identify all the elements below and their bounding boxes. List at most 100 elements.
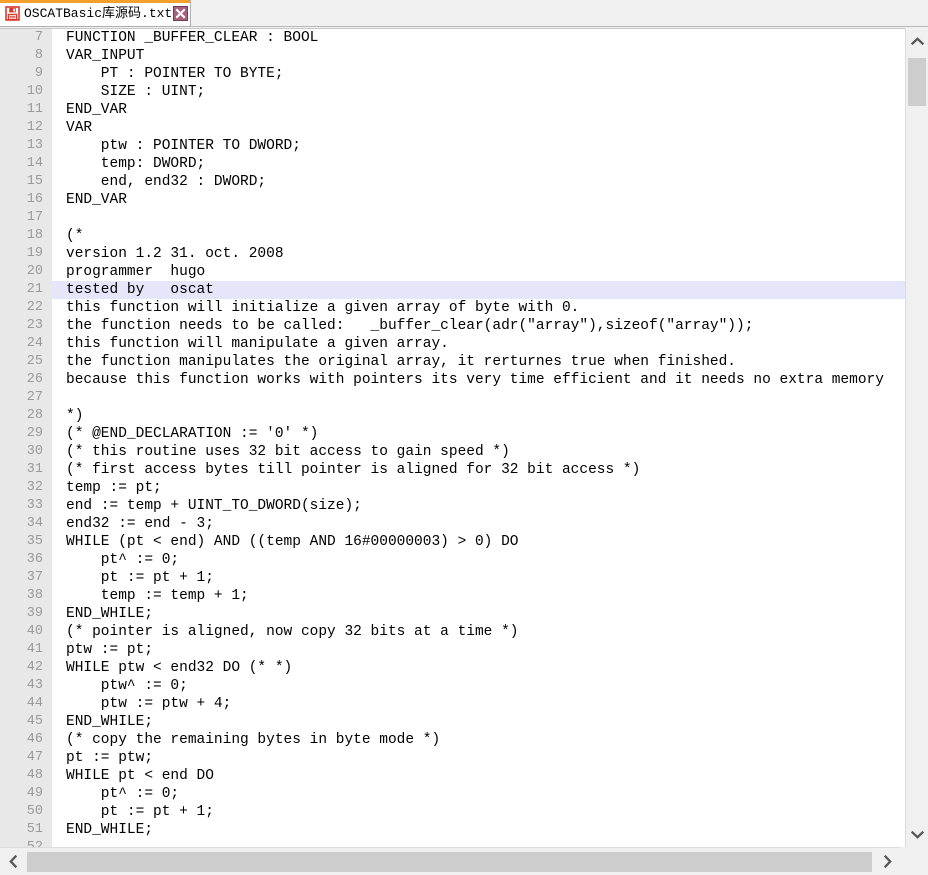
code-line-row[interactable]: 16 END_VAR [0,191,905,209]
code-line-row[interactable]: 39 END_WHILE; [0,605,905,623]
code-line-row[interactable]: 45 END_WHILE; [0,713,905,731]
code-line-row[interactable]: 50 pt := pt + 1; [0,803,905,821]
code-line-text: END_WHILE; [66,606,154,622]
code-line-row[interactable]: 21 tested by oscat [0,281,905,299]
line-number: 14 [0,155,52,173]
line-number: 49 [0,785,52,803]
line-number: 52 [0,839,52,847]
code-line-row[interactable]: 14 temp: DWORD; [0,155,905,173]
vertical-scrollbar[interactable] [905,28,928,847]
code-line-text: ptw := ptw + 4; [66,696,232,712]
code-line-row[interactable]: 46 (* copy the remaining bytes in byte mo… [0,731,905,749]
line-number: 22 [0,299,52,317]
chevron-down-icon[interactable] [906,821,928,847]
code-line-row[interactable]: 27 [0,389,905,407]
line-number: 28 [0,407,52,425]
code-line-text: (* copy the remaining bytes in byte mode… [66,732,441,748]
code-line-text: (* [66,228,84,244]
code-line-row[interactable]: 42 WHILE ptw < end32 DO (* *) [0,659,905,677]
code-line-row[interactable]: 32 temp := pt; [0,479,905,497]
code-line-row[interactable]: 35 WHILE (pt < end) AND ((temp AND 16#000… [0,533,905,551]
code-line-row[interactable]: 51 END_WHILE; [0,821,905,839]
code-line-row[interactable]: 19 version 1.2 31. oct. 2008 [0,245,905,263]
line-number: 9 [0,65,52,83]
code-line-text: (* this routine uses 32 bit access to ga… [66,444,510,460]
code-line-row[interactable]: 22 this function will initialize a given … [0,299,905,317]
code-line-text: pt^ := 0; [66,552,180,568]
line-number: 50 [0,803,52,821]
code-line-row[interactable]: 41 ptw := pt; [0,641,905,659]
code-line-row[interactable]: 26 because this function works with point… [0,371,905,389]
vertical-scrollbar-track[interactable] [906,28,928,847]
chevron-left-icon[interactable] [0,848,26,875]
code-line-row[interactable]: 36 pt^ := 0; [0,551,905,569]
code-line-text: (* @END_DECLARATION := '0' *) [66,426,319,442]
code-line-row[interactable]: 9 PT : POINTER TO BYTE; [0,65,905,83]
code-line-row[interactable]: 11 END_VAR [0,101,905,119]
code-line-text: pt := pt + 1; [66,804,214,820]
code-line-row[interactable]: 49 pt^ := 0; [0,785,905,803]
code-line-row[interactable]: 38 temp := temp + 1; [0,587,905,605]
code-line-text: tested by oscat [66,282,214,298]
code-line-row[interactable]: 52 [0,839,905,847]
code-line-row[interactable]: 47 pt := ptw; [0,749,905,767]
line-number: 17 [0,209,52,227]
code-line-row[interactable]: 37 pt := pt + 1; [0,569,905,587]
code-line-row[interactable]: 40 (* pointer is aligned, now copy 32 bit… [0,623,905,641]
close-x-icon[interactable] [173,5,189,21]
code-line-row[interactable]: 43 ptw^ := 0; [0,677,905,695]
code-line-row[interactable]: 17 [0,209,905,227]
code-line-text: because this function works with pointer… [66,372,884,388]
scrollbar-corner [900,847,928,875]
code-line-row[interactable]: 25 the function manipulates the original … [0,353,905,371]
line-number: 11 [0,101,52,119]
line-number: 35 [0,533,52,551]
line-number: 47 [0,749,52,767]
code-line-row[interactable]: 34 end32 := end - 3; [0,515,905,533]
line-number: 41 [0,641,52,659]
vertical-scrollbar-thumb[interactable] [908,58,926,106]
code-line-row[interactable]: 44 ptw := ptw + 4; [0,695,905,713]
code-line-row[interactable]: 31 (* first access bytes till pointer is … [0,461,905,479]
code-line-row[interactable]: 7 FUNCTION _BUFFER_CLEAR : BOOL [0,29,905,47]
code-line-row[interactable]: 15 end, end32 : DWORD; [0,173,905,191]
code-line-text: (* pointer is aligned, now copy 32 bits … [66,624,519,640]
line-number: 7 [0,29,52,47]
tab-oscatbasic-source[interactable]: OSCATBasic库源码.txt [0,0,192,27]
line-number: 42 [0,659,52,677]
code-line-row[interactable]: 29 (* @END_DECLARATION := '0' *) [0,425,905,443]
line-number: 16 [0,191,52,209]
code-line-row[interactable]: 18 (* [0,227,905,245]
line-number: 8 [0,47,52,65]
line-number: 37 [0,569,52,587]
line-number: 46 [0,731,52,749]
code-line-text: ptw^ := 0; [66,678,188,694]
code-line-row[interactable]: 30 (* this routine uses 32 bit access to … [0,443,905,461]
code-line-text: the function needs to be called: _buffer… [66,318,754,334]
code-line-row[interactable]: 13 ptw : POINTER TO DWORD; [0,137,905,155]
line-number: 12 [0,119,52,137]
code-line-text: VAR_INPUT [66,48,145,64]
code-line-row[interactable]: 24 this function will manipulate a given … [0,335,905,353]
code-line-row[interactable]: 23 the function needs to be called: _buff… [0,317,905,335]
chevron-up-icon[interactable] [906,28,928,54]
horizontal-scrollbar-thumb[interactable] [27,852,872,872]
code-line-row[interactable]: 20 programmer hugo [0,263,905,281]
code-line-row[interactable]: 48 WHILE pt < end DO [0,767,905,785]
code-line-row[interactable]: 12 VAR [0,119,905,137]
code-line-text: pt := ptw; [66,750,154,766]
line-number: 24 [0,335,52,353]
code-line-text: this function will manipulate a given ar… [66,336,449,352]
code-pane[interactable]: 7 FUNCTION _BUFFER_CLEAR : BOOL 8 VAR_INPUT… [0,28,905,847]
code-line-row[interactable]: 28 *) [0,407,905,425]
chevron-right-icon[interactable] [874,848,900,875]
line-number: 38 [0,587,52,605]
code-line-row[interactable]: 33 end := temp + UINT_TO_DWORD(size); [0,497,905,515]
code-line-row[interactable]: 8 VAR_INPUT [0,47,905,65]
line-number: 25 [0,353,52,371]
horizontal-scrollbar[interactable] [0,847,928,875]
tab-bar-empty-area [191,0,928,27]
code-line-row[interactable]: 10 SIZE : UINT; [0,83,905,101]
